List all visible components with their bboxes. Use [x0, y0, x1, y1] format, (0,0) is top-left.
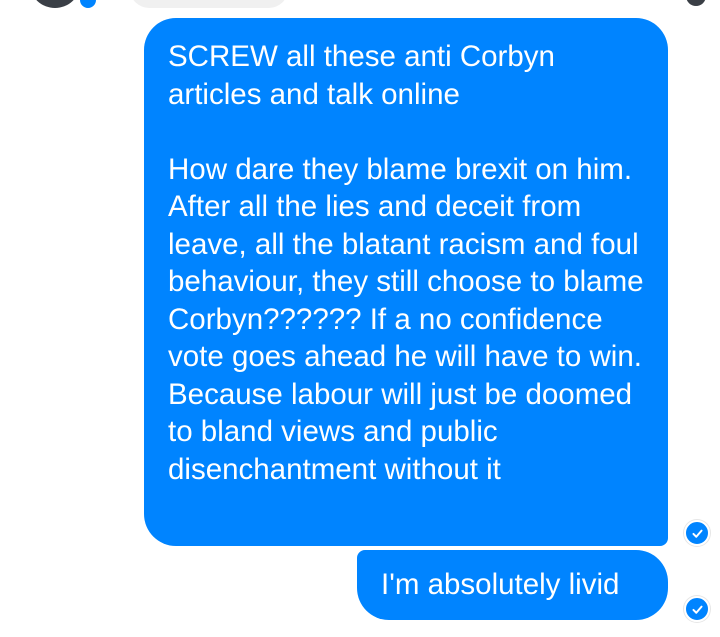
online-status-dot — [78, 0, 98, 10]
delivered-check-icon — [684, 596, 710, 622]
outgoing-message-bubble[interactable]: I'm absolutely livid — [357, 550, 668, 620]
read-receipt-avatar-partial — [686, 0, 706, 6]
incoming-message-bubble-partial[interactable] — [130, 0, 288, 8]
contact-avatar[interactable] — [30, 0, 80, 8]
delivered-check-icon — [684, 520, 710, 546]
outgoing-message-bubble[interactable]: SCREW all these anti Corbyn articles and… — [144, 18, 668, 546]
